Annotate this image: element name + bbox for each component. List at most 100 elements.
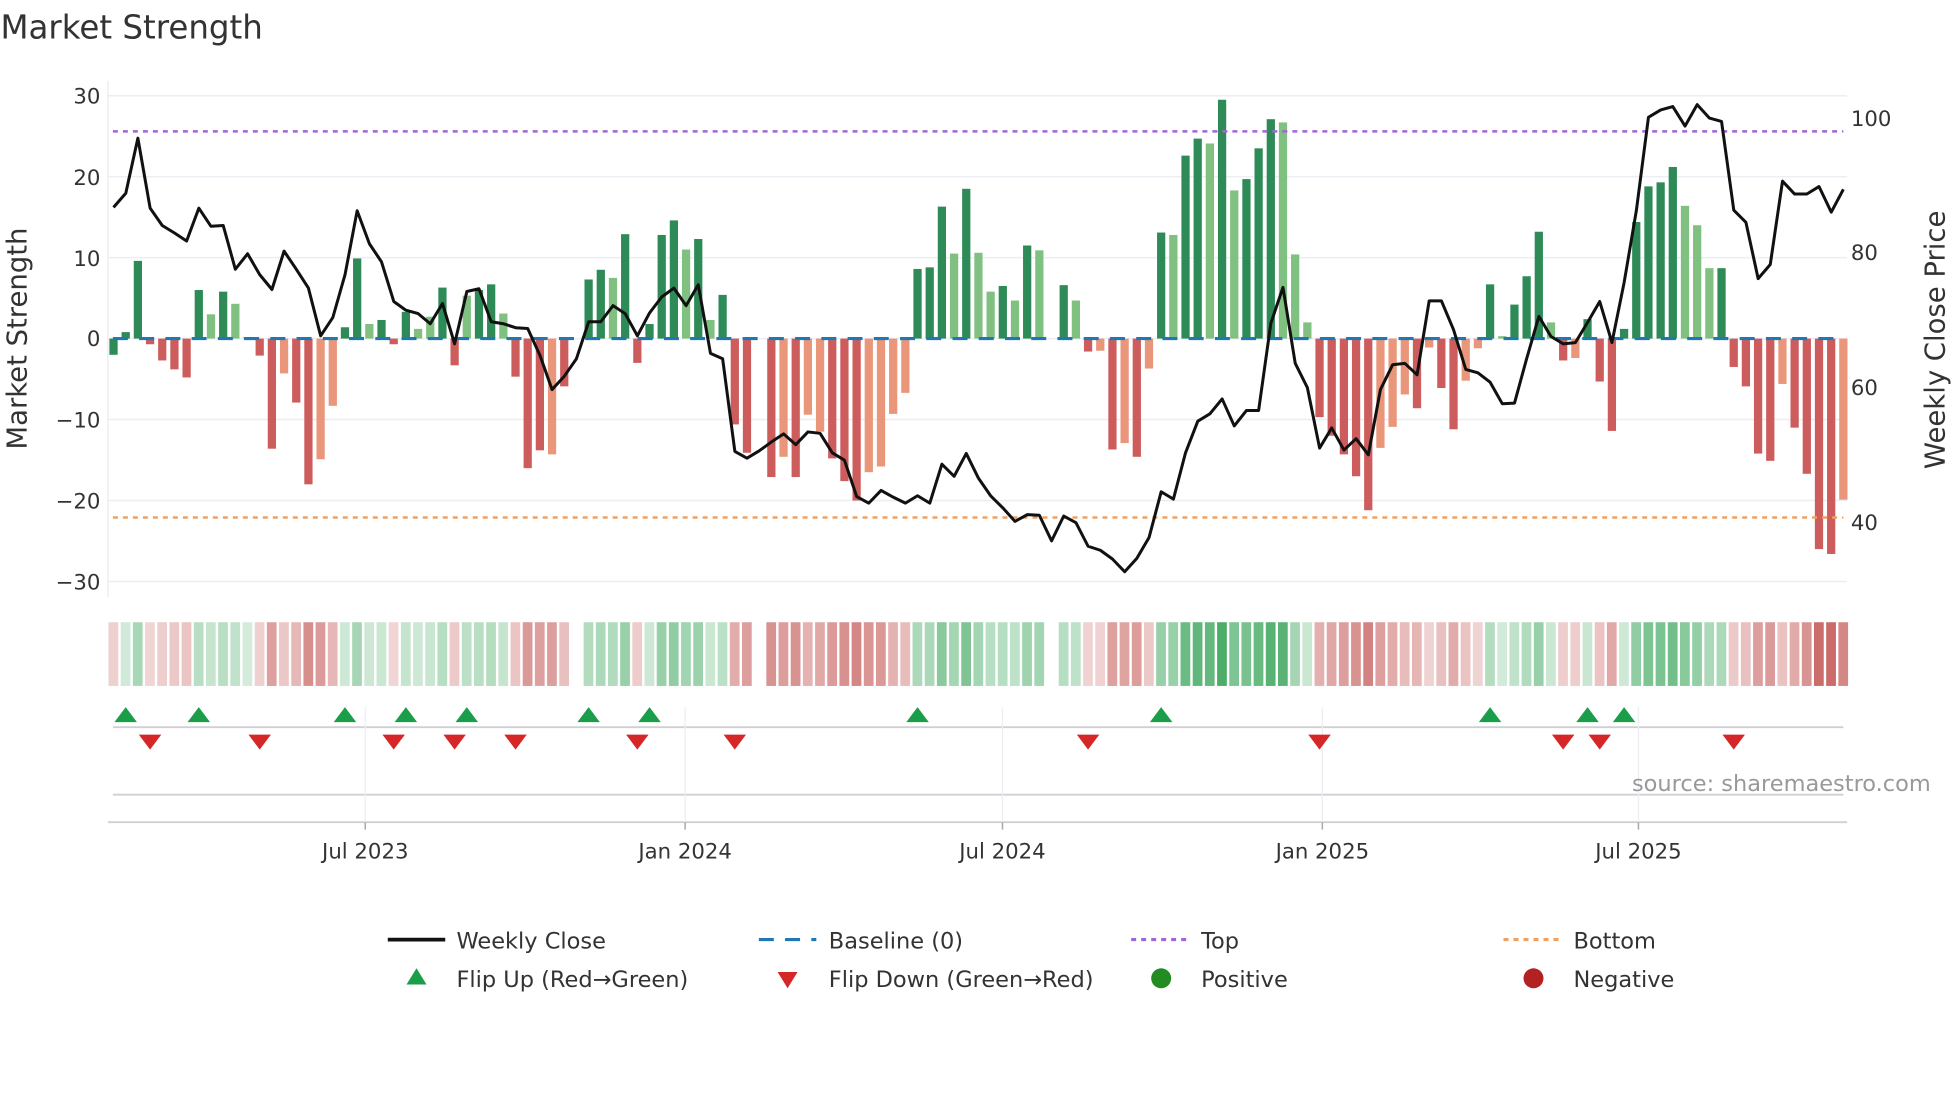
flip-up-marker [638, 707, 661, 723]
flip-up-marker [1576, 707, 1599, 723]
source-credit: source: sharemaestro.com [1632, 771, 1931, 797]
strip-cell [1253, 622, 1264, 686]
strip-cell [815, 622, 825, 686]
strip-cell [327, 622, 338, 686]
strip-cell [888, 622, 898, 686]
strip-cell [1326, 622, 1337, 686]
strip-cell [1338, 622, 1349, 686]
strip-cell [912, 622, 923, 686]
strip-cell [1314, 622, 1325, 686]
strength-bar [182, 338, 191, 378]
strip-cell [827, 622, 838, 686]
x-axis-ticks: Jul 2023 Jan 2024 Jul 2024 Jan 2025 Jul … [320, 839, 1682, 864]
strength-bar [511, 338, 520, 377]
strip-cell [193, 622, 204, 686]
strength-bar [913, 268, 922, 339]
strength-bar [194, 290, 203, 339]
strip-cell [522, 622, 533, 686]
strip-cell [741, 622, 752, 686]
strip-cell [1265, 622, 1276, 686]
strength-bar [742, 338, 752, 453]
strip-cell [1290, 622, 1300, 686]
strength-bar [523, 338, 532, 469]
strength-bar [1668, 166, 1677, 339]
strip-cell [388, 622, 399, 686]
strip-cell [449, 622, 460, 686]
strip-cell [1570, 622, 1581, 686]
strip-cell [400, 622, 411, 686]
legend-label: Flip Down (Green→Red) [829, 967, 1094, 993]
strip-cell [1131, 622, 1142, 686]
strength-bar [389, 338, 398, 345]
strip-cell [1692, 622, 1702, 686]
strength-bar [1388, 338, 1397, 427]
strip-cell [1241, 622, 1252, 686]
strip-cell [547, 622, 557, 686]
strip-cell [291, 622, 301, 686]
strip-cell [1777, 622, 1788, 686]
y2-tick-label: 60 [1851, 376, 1878, 401]
strip-cell [1351, 622, 1361, 686]
strip-cell [169, 622, 180, 686]
flip-markers [107, 707, 1848, 830]
strength-bar [949, 253, 959, 339]
flip-up-marker [394, 707, 418, 723]
strip-cell [1168, 622, 1179, 686]
chart-title: Market Strength [0, 9, 262, 47]
x-tick-label: Jul 2025 [1593, 839, 1681, 864]
strength-bar [316, 338, 325, 460]
strength-bar [206, 314, 216, 339]
strength-bar [657, 234, 666, 339]
strength-bar [547, 338, 557, 455]
strip-cell [1119, 622, 1130, 686]
strength-bar [937, 206, 947, 339]
strip-cell [230, 622, 241, 686]
legend-label: Positive [1201, 967, 1288, 993]
strip-cell [254, 622, 265, 686]
strip-cell [1765, 622, 1776, 686]
strip-cell [851, 622, 862, 686]
strength-bar [1705, 268, 1714, 339]
flip-down-marker [1076, 734, 1100, 750]
flip-up-marker [1149, 707, 1173, 723]
strip-cell [1411, 622, 1422, 686]
strength-bar [1717, 268, 1726, 339]
strength-bar [109, 338, 118, 355]
strip-cell [376, 622, 387, 686]
strength-bar [1522, 276, 1531, 339]
flip-up-marker [577, 707, 600, 723]
flip-down-marker [1551, 734, 1575, 750]
y2-tick-label: 100 [1851, 107, 1892, 132]
strip-cell [1156, 622, 1166, 686]
strength-bar [1339, 338, 1349, 455]
strip-cell [1826, 622, 1836, 686]
flip-up-marker [333, 707, 357, 723]
strip-cell [1838, 622, 1849, 686]
strip-cell [1009, 622, 1020, 686]
strip-cell [1753, 622, 1763, 686]
strength-bar [1741, 338, 1751, 387]
legend-label: Weekly Close [456, 928, 605, 954]
flip-up-marker [1612, 707, 1636, 723]
strip-cell [1034, 622, 1045, 686]
strength-bar [304, 338, 313, 485]
strength-bar [1144, 338, 1154, 369]
y-tick-label: 0 [87, 327, 101, 352]
strength-bar [1595, 338, 1604, 382]
strip-cell [1375, 622, 1386, 686]
strip-cell [1716, 622, 1727, 686]
strength-bar [815, 338, 825, 432]
strength-bar [158, 338, 167, 361]
y-axis-title: Market Strength [2, 228, 34, 450]
strip-cell [1497, 622, 1508, 686]
strength-bar [1327, 338, 1336, 436]
strip-cell [949, 622, 959, 686]
strip-cell [1229, 622, 1240, 686]
strength-bar [1120, 338, 1129, 444]
strength-bar [1108, 338, 1117, 450]
strength-bar [998, 285, 1007, 339]
strength-bar [1193, 138, 1202, 339]
strength-bar [621, 234, 630, 339]
strip-cell [242, 622, 253, 686]
flip-up-marker [906, 707, 929, 723]
